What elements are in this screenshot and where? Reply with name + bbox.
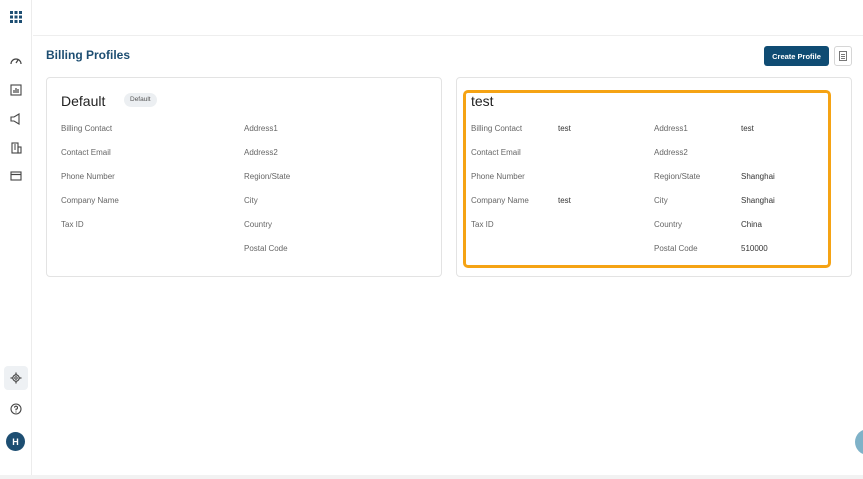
document-button[interactable] bbox=[834, 46, 852, 66]
city-label: City bbox=[654, 196, 668, 205]
sidebar: H bbox=[0, 0, 32, 475]
city-value: Shanghai bbox=[741, 196, 775, 205]
page-title: Billing Profiles bbox=[46, 48, 131, 62]
profile-name: test bbox=[471, 93, 494, 109]
region-state-label: Region/State bbox=[244, 172, 291, 181]
dashboard-icon[interactable] bbox=[8, 53, 24, 69]
postal-code-value: 510000 bbox=[741, 244, 768, 253]
billing-contact-label: Billing Contact bbox=[471, 124, 523, 133]
profile-name: Default bbox=[61, 93, 106, 109]
chat-bubble-button[interactable] bbox=[855, 429, 863, 455]
grid-icon[interactable] bbox=[8, 9, 24, 25]
contact-email-label: Contact Email bbox=[61, 148, 111, 157]
chart-icon[interactable] bbox=[8, 82, 24, 98]
region-state-label: Region/State bbox=[654, 172, 701, 181]
avatar[interactable]: H bbox=[6, 432, 25, 451]
contact-email-label: Contact Email bbox=[471, 148, 521, 157]
address2-label: Address2 bbox=[244, 148, 278, 157]
postal-code-label: Postal Code bbox=[654, 244, 698, 253]
phone-number-label: Phone Number bbox=[61, 172, 115, 181]
country-label: Country bbox=[654, 220, 683, 229]
address1-label: Address1 bbox=[244, 124, 278, 133]
building-icon[interactable] bbox=[8, 140, 24, 156]
app-window: H Billing Profiles Create Profile Defaul… bbox=[0, 0, 863, 479]
address1-label: Address1 bbox=[654, 124, 688, 133]
city-label: City bbox=[244, 196, 258, 205]
billing-contact-value: test bbox=[558, 124, 571, 133]
billing-contact-label: Billing Contact bbox=[61, 124, 113, 133]
card-icon[interactable] bbox=[8, 168, 24, 184]
region-state-value: Shanghai bbox=[741, 172, 775, 181]
company-name-value: test bbox=[558, 196, 571, 205]
company-name-label: Company Name bbox=[471, 196, 529, 205]
address1-value: test bbox=[741, 124, 754, 133]
billing-profile-card-test[interactable]: test Billing Contact test Contact Email … bbox=[456, 77, 852, 277]
megaphone-icon[interactable] bbox=[8, 111, 24, 127]
tax-id-label: Tax ID bbox=[61, 220, 84, 229]
tax-id-label: Tax ID bbox=[471, 220, 494, 229]
create-profile-button[interactable]: Create Profile bbox=[764, 46, 829, 66]
bottom-border bbox=[0, 475, 863, 479]
gear-icon[interactable] bbox=[4, 366, 28, 390]
billing-profile-card-default[interactable]: Default Default Billing Contact Contact … bbox=[46, 77, 442, 277]
country-label: Country bbox=[244, 220, 273, 229]
document-icon bbox=[839, 51, 847, 61]
country-value: China bbox=[741, 220, 762, 229]
help-icon[interactable] bbox=[8, 401, 24, 417]
company-name-label: Company Name bbox=[61, 196, 119, 205]
address2-label: Address2 bbox=[654, 148, 688, 157]
top-bar bbox=[33, 0, 863, 36]
phone-number-label: Phone Number bbox=[471, 172, 525, 181]
default-badge: Default bbox=[124, 93, 157, 107]
postal-code-label: Postal Code bbox=[244, 244, 288, 253]
